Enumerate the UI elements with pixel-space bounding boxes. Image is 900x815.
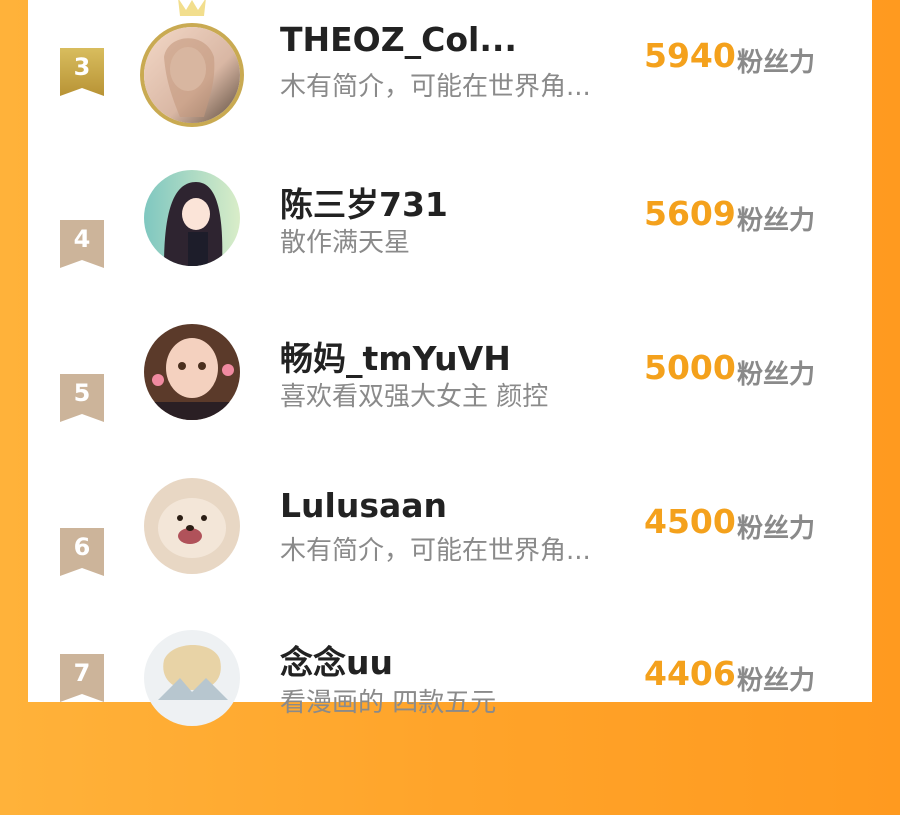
list-item[interactable]: 7 念念uu 看漫画的 四款五元 4406 粉丝力	[28, 630, 872, 815]
rank-number: 4	[73, 225, 91, 253]
rank-badge: 3	[60, 48, 104, 96]
score-unit: 粉丝力	[737, 206, 816, 236]
avatar[interactable]	[140, 23, 244, 127]
list-item[interactable]: 4 陈三岁731 散作满天星 5609 粉丝力	[28, 170, 872, 353]
score-unit: 粉丝力	[737, 666, 816, 696]
user-bio: 看漫画的 四款五元	[280, 688, 497, 718]
rank-number: 5	[73, 379, 91, 407]
user-bio: 木有简介，可能在世界角...	[280, 72, 591, 102]
rank-badge: 7	[60, 654, 104, 702]
ranking-card: 3 THEOZ_Col... 木有简介，可能在世界角... 5940 粉丝力 4…	[28, 0, 872, 726]
list-item[interactable]: 5 畅妈_tmYuVH 喜欢看双强大女主 颜控 5000 粉丝力	[28, 324, 872, 507]
user-name[interactable]: THEOZ_Col...	[280, 20, 517, 59]
user-bio: 木有简介，可能在世界角...	[280, 536, 591, 566]
fan-score: 4406	[644, 654, 736, 693]
avatar[interactable]	[144, 478, 240, 574]
list-item[interactable]: 6 Lulusaan 木有简介，可能在世界角... 4500 粉丝力	[28, 478, 872, 661]
user-bio: 喜欢看双强大女主 颜控	[280, 382, 549, 412]
fan-score: 5609	[644, 194, 736, 233]
user-name[interactable]: Lulusaan	[280, 486, 447, 525]
fan-score: 5000	[644, 348, 736, 387]
user-name[interactable]: 畅妈_tmYuVH	[280, 332, 511, 380]
rank-number: 7	[73, 659, 91, 687]
rank-number: 6	[73, 533, 91, 561]
avatar[interactable]	[144, 630, 240, 726]
rank-badge: 5	[60, 374, 104, 422]
rank-number: 3	[73, 53, 91, 81]
list-item[interactable]: 3 THEOZ_Col... 木有简介，可能在世界角... 5940 粉丝力	[28, 0, 872, 181]
score-unit: 粉丝力	[737, 48, 816, 78]
avatar[interactable]	[144, 324, 240, 420]
fan-score: 4500	[644, 502, 736, 541]
fan-score: 5940	[644, 36, 736, 75]
user-name[interactable]: 陈三岁731	[280, 178, 448, 226]
rank-badge: 4	[60, 220, 104, 268]
score-unit: 粉丝力	[737, 360, 816, 390]
rank-badge: 6	[60, 528, 104, 576]
avatar[interactable]	[144, 170, 240, 266]
user-name[interactable]: 念念uu	[280, 636, 393, 684]
user-bio: 散作满天星	[280, 228, 411, 258]
score-unit: 粉丝力	[737, 514, 816, 544]
